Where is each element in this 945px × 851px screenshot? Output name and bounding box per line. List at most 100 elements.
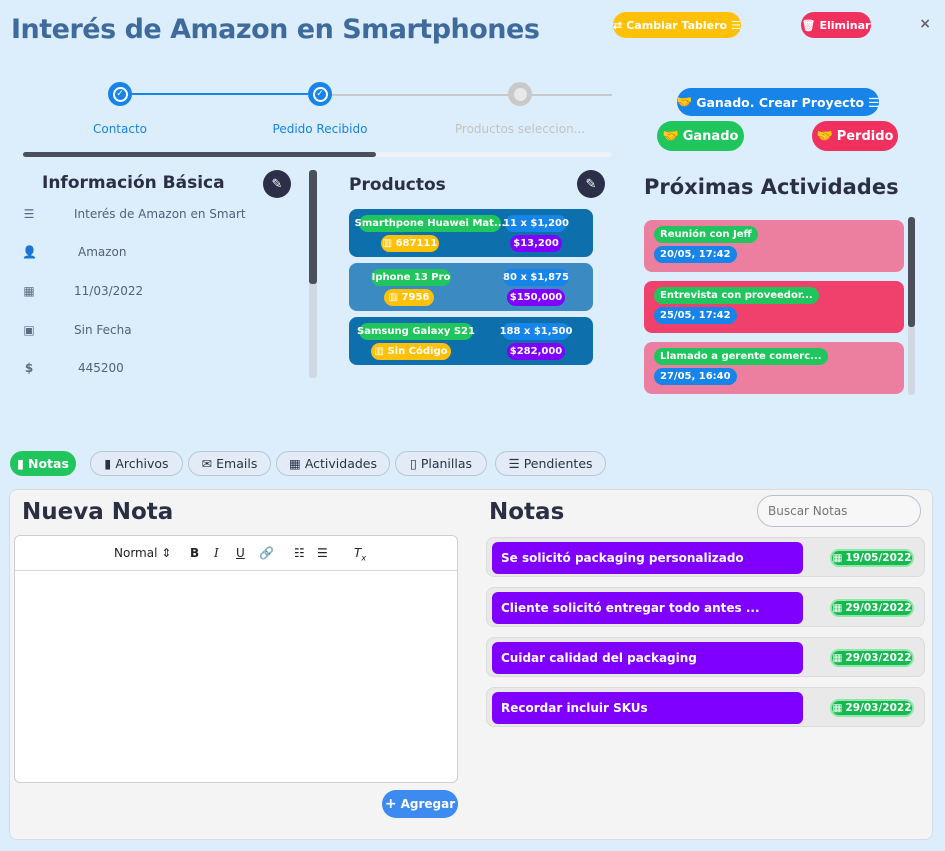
- product-name: Smarthpone Huawei Mat...: [355, 215, 505, 232]
- lost-button[interactable]: 🤝 Perdido: [812, 121, 898, 151]
- info-value-date: 11/03/2022: [74, 284, 144, 298]
- edit-info-button[interactable]: ✎: [263, 170, 291, 198]
- activities-heading: Próximas Actividades: [644, 175, 899, 199]
- clear-format-icon[interactable]: Tx: [354, 546, 366, 562]
- edit-products-button[interactable]: ✎: [577, 170, 605, 198]
- info-row-date: ▦ 11/03/2022: [22, 284, 143, 298]
- product-name: Samsung Galaxy S21: [357, 323, 475, 340]
- product-code: ▥ 7956: [384, 289, 434, 306]
- link-icon[interactable]: 🔗: [259, 546, 274, 560]
- stepper-progress-fill: [23, 152, 377, 157]
- note-row[interactable]: Se solicitó packaging personalizado ▦ 19/…: [486, 537, 925, 577]
- info-row-amount: $ 445200: [22, 361, 124, 375]
- activities-scrollbar[interactable]: [908, 217, 915, 395]
- activity-title: Entrevista con proveedor...: [654, 287, 819, 304]
- stepper-line-pending: [320, 94, 612, 96]
- product-qty-price: 80 x $1,875: [503, 269, 569, 286]
- step-pedido-dot[interactable]: ✓: [308, 82, 332, 106]
- bullet-list-icon[interactable]: ☰: [317, 546, 328, 560]
- note-title[interactable]: Cuidar calidad del packaging: [492, 642, 803, 674]
- info-scrollbar-thumb[interactable]: [309, 170, 317, 284]
- note-title[interactable]: Recordar incluir SKUs: [492, 692, 803, 724]
- barcode-icon: ▥: [382, 238, 393, 249]
- step-productos-dot[interactable]: [508, 82, 532, 106]
- activity-title: Llamado a gerente comerc...: [654, 348, 828, 365]
- product-card[interactable]: Iphone 13 Pro 80 x $1,875 ▥ 7956 $150,00…: [349, 263, 593, 311]
- file-icon: ▮: [104, 456, 112, 471]
- bold-icon[interactable]: B: [190, 546, 199, 560]
- handshake-slash-icon: 🤝: [816, 128, 833, 144]
- handshake-icon: 🤝: [662, 128, 679, 144]
- notes-search-input[interactable]: [757, 495, 921, 527]
- note-date: ▦ 29/03/2022: [830, 699, 914, 717]
- underline-icon[interactable]: U: [236, 546, 245, 560]
- handshake-icon: 🤝: [676, 94, 693, 109]
- info-row-contact: 👤 Amazon: [22, 245, 127, 259]
- new-note-heading: Nueva Nota: [22, 499, 174, 525]
- swap-icon: ⇄: [613, 18, 623, 32]
- change-board-label: Cambiar Tablero: [626, 18, 728, 32]
- tab-emails[interactable]: ✉ Emails: [188, 451, 271, 476]
- activity-date: 25/05, 17:42: [654, 307, 737, 324]
- step-label-contacto[interactable]: Contacto: [60, 122, 180, 136]
- pencil-icon: ✎: [271, 176, 283, 192]
- tab-actividades[interactable]: ▦ Actividades: [276, 451, 390, 476]
- calendar-icon: ▦: [289, 456, 301, 471]
- note-row[interactable]: Recordar incluir SKUs ▦ 29/03/2022: [486, 687, 925, 727]
- won-create-label: Ganado. Crear Proyecto: [696, 94, 865, 110]
- info-row-close-date: ▣ Sin Fecha: [22, 323, 132, 337]
- trash-icon: 🗑: [801, 18, 816, 32]
- activity-card[interactable]: Reunión con Jeff 20/05, 17:42: [644, 220, 904, 272]
- activities-scrollbar-thumb[interactable]: [908, 217, 915, 327]
- close-icon[interactable]: ×: [919, 16, 931, 32]
- tab-planillas[interactable]: ▯ Planillas: [395, 451, 487, 476]
- delete-button[interactable]: 🗑 Eliminar: [801, 12, 871, 38]
- plus-icon: +: [384, 796, 397, 812]
- editor-body[interactable]: [15, 571, 457, 782]
- product-qty-price: 188 x $1,500: [500, 323, 572, 340]
- note-date: ▦ 29/03/2022: [830, 649, 914, 667]
- tab-archivos[interactable]: ▮ Archivos: [90, 451, 183, 476]
- product-total: $13,200: [510, 235, 562, 252]
- change-board-button[interactable]: ⇄ Cambiar Tablero ☰: [613, 12, 741, 38]
- barcode-icon: ▥: [388, 292, 399, 303]
- note-date-value: 29/03/2022: [845, 652, 912, 664]
- info-value-contact: Amazon: [78, 245, 127, 259]
- italic-icon[interactable]: I: [214, 546, 219, 560]
- note-row[interactable]: Cliente solicitó entregar todo antes ...…: [486, 587, 925, 627]
- note-row[interactable]: Cuidar calidad del packaging ▦ 29/03/2022: [486, 637, 925, 677]
- page-title: Interés de Amazon en Smartphones: [11, 14, 540, 45]
- step-label-productos[interactable]: Productos seleccion...: [440, 122, 600, 136]
- format-select[interactable]: Normal ⇕: [114, 546, 171, 560]
- sheet-icon: ▯: [409, 456, 417, 471]
- product-code: ▥ Sin Código: [371, 343, 451, 360]
- tab-notas[interactable]: ▮ Notas: [10, 451, 76, 476]
- check-icon: ✓: [312, 86, 328, 102]
- note-title[interactable]: Cliente solicitó entregar todo antes ...: [492, 592, 803, 624]
- won-button[interactable]: 🤝 Ganado: [657, 121, 744, 151]
- ordered-list-icon[interactable]: ☷: [294, 546, 305, 560]
- note-date-value: 19/05/2022: [845, 552, 912, 564]
- won-create-project-button[interactable]: 🤝 Ganado. Crear Proyecto ☰: [677, 88, 879, 116]
- step-contacto-dot[interactable]: ✓: [108, 82, 132, 106]
- product-card[interactable]: Smarthpone Huawei Mat... 11 x $1,200 ▥ 6…: [349, 209, 593, 257]
- envelope-icon: ✉: [201, 456, 213, 471]
- activity-card[interactable]: Llamado a gerente comerc... 27/05, 16:40: [644, 342, 904, 394]
- info-value-close-date: Sin Fecha: [74, 323, 132, 337]
- activity-title: Reunión con Jeff: [654, 226, 758, 243]
- won-label: Ganado: [682, 128, 739, 144]
- activity-date: 20/05, 17:42: [654, 246, 737, 263]
- tab-pendientes[interactable]: ☰ Pendientes: [495, 451, 606, 476]
- activity-date: 27/05, 16:40: [654, 368, 737, 385]
- note-title[interactable]: Se solicitó packaging personalizado: [492, 542, 803, 574]
- activity-card[interactable]: Entrevista con proveedor... 25/05, 17:42: [644, 281, 904, 333]
- calendar-icon: ▦: [832, 552, 843, 564]
- format-select-value: Normal: [114, 546, 158, 560]
- add-note-button[interactable]: + Agregar: [382, 790, 458, 818]
- note-editor[interactable]: Normal ⇕ B I U 🔗 ☷ ☰ Tx: [14, 535, 458, 783]
- product-code-value: 687111: [395, 238, 438, 249]
- step-label-pedido[interactable]: Pedido Recibido: [250, 122, 390, 136]
- info-scrollbar[interactable]: [309, 170, 317, 378]
- notes-heading: Notas: [489, 499, 565, 525]
- product-card[interactable]: Samsung Galaxy S21 188 x $1,500 ▥ Sin Có…: [349, 317, 593, 365]
